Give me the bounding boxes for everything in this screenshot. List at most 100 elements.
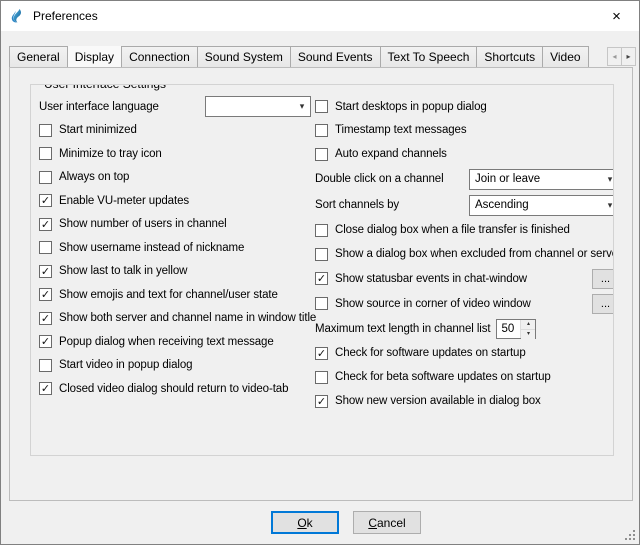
checkbox-timestamp-messages[interactable] [315,124,328,137]
checkbox-label[interactable]: Popup dialog when receiving text message [59,336,274,348]
tab-sound-events[interactable]: Sound Events [290,46,381,67]
sort-channels-row: Sort channels by Ascending ▾ [315,192,614,218]
tab-display[interactable]: Display [67,46,122,67]
tab-text-to-speech[interactable]: Text To Speech [380,46,478,67]
checkbox-label[interactable]: Show last to talk in yellow [59,265,187,277]
language-select[interactable]: ▾ [205,96,311,117]
cancel-button[interactable]: Cancel [353,511,421,534]
titlebar: Preferences × [1,1,639,31]
checkbox-close-on-file-transfer[interactable] [315,224,328,237]
cancel-label-key: C [368,516,377,530]
ok-label-key: O [297,516,306,530]
checkbox-start-desktops-popup[interactable] [315,100,328,113]
language-label: User interface language [39,101,159,113]
checkbox-row: Start desktops in popup dialog [315,95,614,119]
tab-general[interactable]: General [9,46,68,67]
checkbox-label[interactable]: Always on top [59,171,129,183]
checkbox-label[interactable]: Show number of users in channel [59,218,227,230]
resize-grip[interactable] [623,528,636,541]
ok-button[interactable]: Ok [271,511,339,534]
checkbox-auto-expand-channels[interactable] [315,148,328,161]
window-title: Preferences [33,9,98,23]
checkbox-label[interactable]: Check for software updates on startup [335,347,526,359]
checkbox-dialog-when-excluded[interactable] [315,248,328,261]
checkbox-row: Start minimized [39,119,311,143]
checkbox-row: ✓ Show last to talk in yellow [39,260,311,284]
checkbox-label[interactable]: Close dialog box when a file transfer is… [335,224,570,236]
tab-scroll-buttons: ◂ ▸ [607,47,636,66]
chevron-down-icon: ▾ [602,174,614,185]
checkbox-server-channel-in-title[interactable]: ✓ [39,312,52,325]
checkbox-show-user-count[interactable]: ✓ [39,218,52,231]
checkbox-always-on-top[interactable] [39,171,52,184]
checkbox-label[interactable]: Auto expand channels [335,148,447,160]
checkbox-label[interactable]: Show emojis and text for channel/user st… [59,289,278,301]
max-text-length-label: Maximum text length in channel list [315,323,490,335]
checkbox-row: Always on top [39,166,311,190]
preferences-window: Preferences × General Display Connection… [0,0,640,545]
chevron-down-icon: ▾ [602,200,614,211]
tab-video[interactable]: Video [542,46,588,67]
checkbox-row: ✓ Check for software updates on startup [315,341,614,365]
checkbox-row: ✓ Show emojis and text for channel/user … [39,283,311,307]
checkbox-row: Close dialog box when a file transfer is… [315,218,614,242]
checkbox-video-source-corner[interactable] [315,297,328,310]
checkbox-label[interactable]: Enable VU-meter updates [59,195,189,207]
checkbox-label[interactable]: Closed video dialog should return to vid… [59,383,288,395]
checkbox-username-instead-nickname[interactable] [39,241,52,254]
checkbox-label[interactable]: Show username instead of nickname [59,242,244,254]
checkbox-label[interactable]: Show a dialog box when excluded from cha… [335,248,614,260]
checkbox-start-minimized[interactable] [39,124,52,137]
spin-up-icon[interactable]: ▴ [521,320,535,330]
close-button[interactable]: × [594,1,639,31]
checkbox-label[interactable]: Show new version available in dialog box [335,395,541,407]
checkbox-label[interactable]: Minimize to tray icon [59,148,162,160]
max-text-length-spinner[interactable]: 50 ▴ ▾ [496,319,536,339]
double-click-select[interactable]: Join or leave ▾ [469,169,614,190]
tab-sound-system[interactable]: Sound System [197,46,291,67]
checkbox-label[interactable]: Timestamp text messages [335,124,466,136]
checkbox-row: ✓ Popup dialog when receiving text messa… [39,330,311,354]
checkbox-show-new-version[interactable]: ✓ [315,395,328,408]
right-column: Start desktops in popup dialog Timestamp… [315,95,614,413]
checkbox-label[interactable]: Start desktops in popup dialog [335,101,487,113]
checkbox-row: Check for beta software updates on start… [315,365,614,389]
statusbar-events-row: ✓ Show statusbar events in chat-window .… [315,266,614,291]
checkbox-closed-video-return-tab[interactable]: ✓ [39,382,52,395]
app-icon [9,8,25,24]
checkbox-last-to-talk-yellow[interactable]: ✓ [39,265,52,278]
checkbox-vu-meter-updates[interactable]: ✓ [39,194,52,207]
double-click-row: Double click on a channel Join or leave … [315,166,614,192]
close-icon: × [612,8,621,25]
checkbox-minimize-to-tray[interactable] [39,147,52,160]
checkbox-label[interactable]: Show both server and channel name in win… [59,312,316,324]
checkbox-check-updates[interactable]: ✓ [315,347,328,360]
sort-channels-select[interactable]: Ascending ▾ [469,195,614,216]
tab-shortcuts[interactable]: Shortcuts [476,46,543,67]
checkbox-row: Auto expand channels [315,142,614,166]
checkbox-check-beta-updates[interactable] [315,371,328,384]
combo-value: Ascending [470,199,602,211]
checkbox-statusbar-events[interactable]: ✓ [315,272,328,285]
tab-connection[interactable]: Connection [121,46,198,67]
video-source-more-button[interactable]: ... [592,294,614,314]
statusbar-events-more-button[interactable]: ... [592,269,614,289]
double-click-label: Double click on a channel [315,173,444,185]
checkbox-label[interactable]: Show source in corner of video window [335,298,531,310]
chevron-right-icon: ▸ [626,52,630,61]
checkbox-row: ✓ Show number of users in channel [39,213,311,237]
checkbox-popup-text-message[interactable]: ✓ [39,335,52,348]
group-title: User Interface Settings [40,84,170,91]
spinner-value[interactable]: 50 [497,320,520,338]
checkbox-label[interactable]: Start video in popup dialog [59,359,192,371]
checkbox-emojis-and-text[interactable]: ✓ [39,288,52,301]
sort-channels-label: Sort channels by [315,199,399,211]
checkbox-row: ✓ Enable VU-meter updates [39,189,311,213]
checkbox-label[interactable]: Check for beta software updates on start… [335,371,551,383]
checkbox-start-video-popup[interactable] [39,359,52,372]
tab-scroll-left-button[interactable]: ◂ [607,47,622,66]
checkbox-label[interactable]: Show statusbar events in chat-window [335,273,527,285]
tab-scroll-right-button[interactable]: ▸ [621,47,636,66]
spin-down-icon[interactable]: ▾ [521,330,535,339]
checkbox-label[interactable]: Start minimized [59,124,137,136]
